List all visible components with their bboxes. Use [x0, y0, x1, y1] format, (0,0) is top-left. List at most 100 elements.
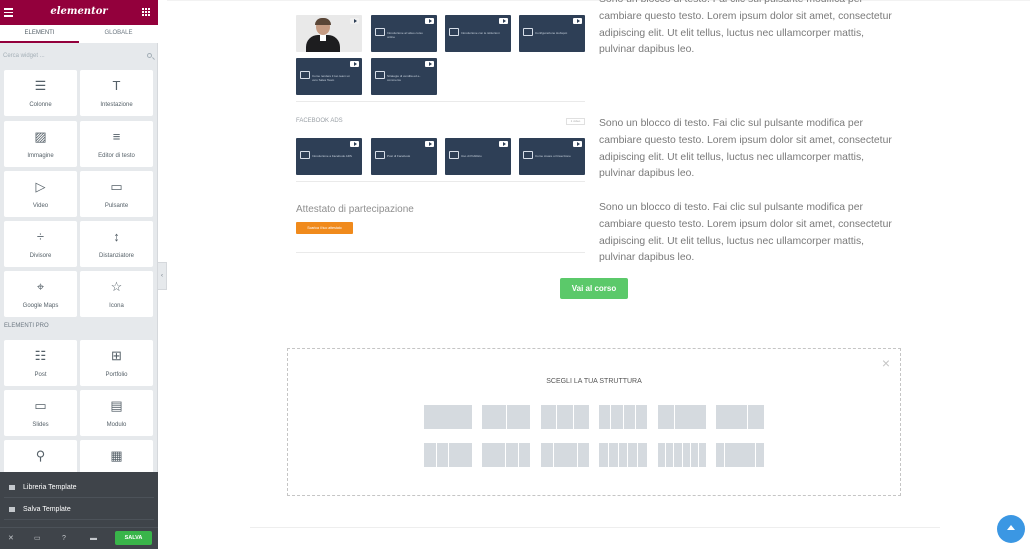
- widget-label: Immagine: [27, 153, 54, 159]
- video-thumbnail[interactable]: Strategie di vendita ed e-commerce: [371, 58, 437, 95]
- widget-distanziatore[interactable]: ↕ Distanziatore: [80, 221, 153, 267]
- save-icon: [9, 507, 15, 512]
- video-thumbnail[interactable]: Come creare un'inserzione: [519, 138, 585, 175]
- structure-preset-2-1[interactable]: [716, 405, 764, 429]
- play-icon: [425, 61, 434, 67]
- collapse-panel-handle[interactable]: ‹: [158, 262, 167, 290]
- menu-label: Salva Template: [23, 506, 71, 513]
- play-icon: [573, 141, 582, 147]
- tab-globale[interactable]: GLOBALE: [79, 25, 158, 43]
- video-glyph-icon: [375, 28, 385, 36]
- megaphone-icon: [300, 151, 310, 159]
- video-thumbnail[interactable]: Configurazione Hubspot: [519, 15, 585, 52]
- play-icon: [350, 141, 359, 147]
- video-thumbnail[interactable]: [296, 15, 362, 52]
- play-icon: [425, 141, 434, 147]
- structure-preset-6col[interactable]: [658, 443, 707, 467]
- folder-icon[interactable]: ▬: [90, 534, 97, 544]
- structure-preset-2col[interactable]: [482, 405, 530, 429]
- widget-label: Icona: [109, 303, 124, 309]
- menu-salva-template[interactable]: Salva Template: [4, 500, 154, 520]
- structure-preset-1col[interactable]: [424, 405, 472, 429]
- video-caption: Introduzione al video corso online: [387, 31, 423, 39]
- video-thumbnail[interactable]: Come rendere il tuo team un vero Sales T…: [296, 58, 362, 95]
- structure-preset-1-2-1[interactable]: [541, 443, 589, 467]
- widget-modulo[interactable]: ▤ Modulo: [80, 390, 153, 436]
- widget-pulsante[interactable]: ▭ Pulsante: [80, 171, 153, 217]
- search-placeholder: Cerca widget ...: [3, 53, 45, 59]
- widget-label: Divisore: [29, 253, 52, 259]
- text-editor-icon: ≡: [112, 129, 121, 144]
- widget-label: Colonne: [29, 102, 52, 108]
- login-icon: ⚲: [35, 448, 46, 463]
- widget-label: Slides: [32, 422, 49, 428]
- editor-root: elementor ELEMENTI GLOBALE Cerca widget …: [0, 0, 1030, 549]
- widget-divisore[interactable]: ÷ Divisore: [4, 221, 77, 267]
- text-block[interactable]: Sono un blocco di testo. Fai clic sul pu…: [599, 0, 899, 59]
- widget-immagine[interactable]: ▨ Immagine: [4, 121, 77, 167]
- text-block[interactable]: Sono un blocco di testo. Fai clic sul pu…: [599, 116, 899, 183]
- video-caption: Configurazione Hubspot: [535, 31, 568, 35]
- slides-icon: ▭: [34, 398, 47, 413]
- text-block[interactable]: Sono un blocco di testo. Fai clic sul pu…: [599, 200, 899, 267]
- video-icon: ▷: [35, 179, 46, 194]
- widget-intestazione[interactable]: T Intestazione: [80, 70, 153, 116]
- structure-preset-1-2[interactable]: [658, 405, 706, 429]
- panel-header: elementor: [0, 0, 158, 25]
- video-thumbnail[interactable]: Post di Facebook: [371, 138, 437, 175]
- play-icon: [350, 61, 359, 67]
- map-icon: ⌖: [36, 279, 45, 294]
- save-button[interactable]: SALVA: [115, 531, 152, 545]
- columns-icon: ☰: [34, 78, 47, 93]
- video-thumbnail[interactable]: Introduzione con le istituzioni: [445, 15, 511, 52]
- widget-search-input[interactable]: Cerca widget ...: [0, 48, 158, 64]
- cart-icon: [375, 71, 385, 79]
- video-caption: Come rendere il tuo team un vero Sales T…: [312, 74, 351, 82]
- video-thumbnail[interactable]: Introduzione al video corso online: [371, 15, 437, 52]
- structure-preset-5col[interactable]: [599, 443, 647, 467]
- play-icon: [499, 141, 508, 147]
- widget-label: Post: [34, 372, 47, 378]
- widget-colonne[interactable]: ☰ Colonne: [4, 70, 77, 116]
- video-thumbnail[interactable]: Introduzione a Facebook ADS: [296, 138, 362, 175]
- hair: [315, 18, 331, 25]
- widget-video[interactable]: ▷ Video: [4, 171, 77, 217]
- widgets-grid-icon[interactable]: [142, 8, 150, 16]
- go-to-course-button[interactable]: Vai al corso: [560, 278, 628, 299]
- widget-label: Distanziatore: [98, 253, 134, 259]
- video-thumbnail[interactable]: Uso di Pubblico: [445, 138, 511, 175]
- megaphone-icon: [375, 151, 385, 159]
- help-icon[interactable]: ?: [62, 534, 66, 544]
- structure-preset-1-4-1[interactable]: [716, 443, 765, 467]
- tab-elementi[interactable]: ELEMENTI: [0, 25, 79, 43]
- structure-preset-1-1-2[interactable]: [424, 443, 472, 467]
- responsive-desktop-icon[interactable]: ▭: [34, 534, 41, 544]
- widget-google-maps[interactable]: ⌖ Google Maps: [4, 271, 77, 317]
- structure-preset-4col[interactable]: [599, 405, 647, 429]
- close-icon[interactable]: ✕: [8, 534, 14, 544]
- widget-icona[interactable]: ☆ Icona: [80, 271, 153, 317]
- structure-preset-3col[interactable]: [541, 405, 589, 429]
- widget-label: Modulo: [106, 422, 127, 428]
- star-icon: ☆: [110, 279, 123, 294]
- scroll-to-top-button[interactable]: [997, 515, 1025, 543]
- widget-portfolio[interactable]: ⊞ Portfolio: [80, 340, 153, 386]
- download-certificate-button[interactable]: Scarica il tuo attestato: [296, 222, 353, 234]
- form-icon: ▤: [110, 398, 123, 413]
- widget-slides[interactable]: ▭ Slides: [4, 390, 77, 436]
- handshake-icon: [449, 28, 459, 36]
- attestato-title: Attestato di partecipazione: [296, 204, 414, 215]
- sale-tag-icon: [300, 71, 310, 79]
- widget-label: Video: [32, 203, 49, 209]
- play-icon: [499, 18, 508, 24]
- structure-preset-2-1-1[interactable]: [482, 443, 530, 467]
- widget-label: Intestazione: [100, 102, 133, 108]
- video-caption: Uso di Pubblico: [461, 154, 482, 158]
- menu-libreria-template[interactable]: Libreria Template: [4, 478, 154, 498]
- widget-post[interactable]: ☷ Post: [4, 340, 77, 386]
- divider-icon: ÷: [36, 229, 45, 244]
- structure-picker: × SCEGLI LA TUA STRUTTURA: [287, 348, 901, 496]
- heading-icon: T: [112, 78, 121, 93]
- close-icon[interactable]: ×: [882, 356, 890, 370]
- widget-editor-di-testo[interactable]: ≡ Editor di testo: [80, 121, 153, 167]
